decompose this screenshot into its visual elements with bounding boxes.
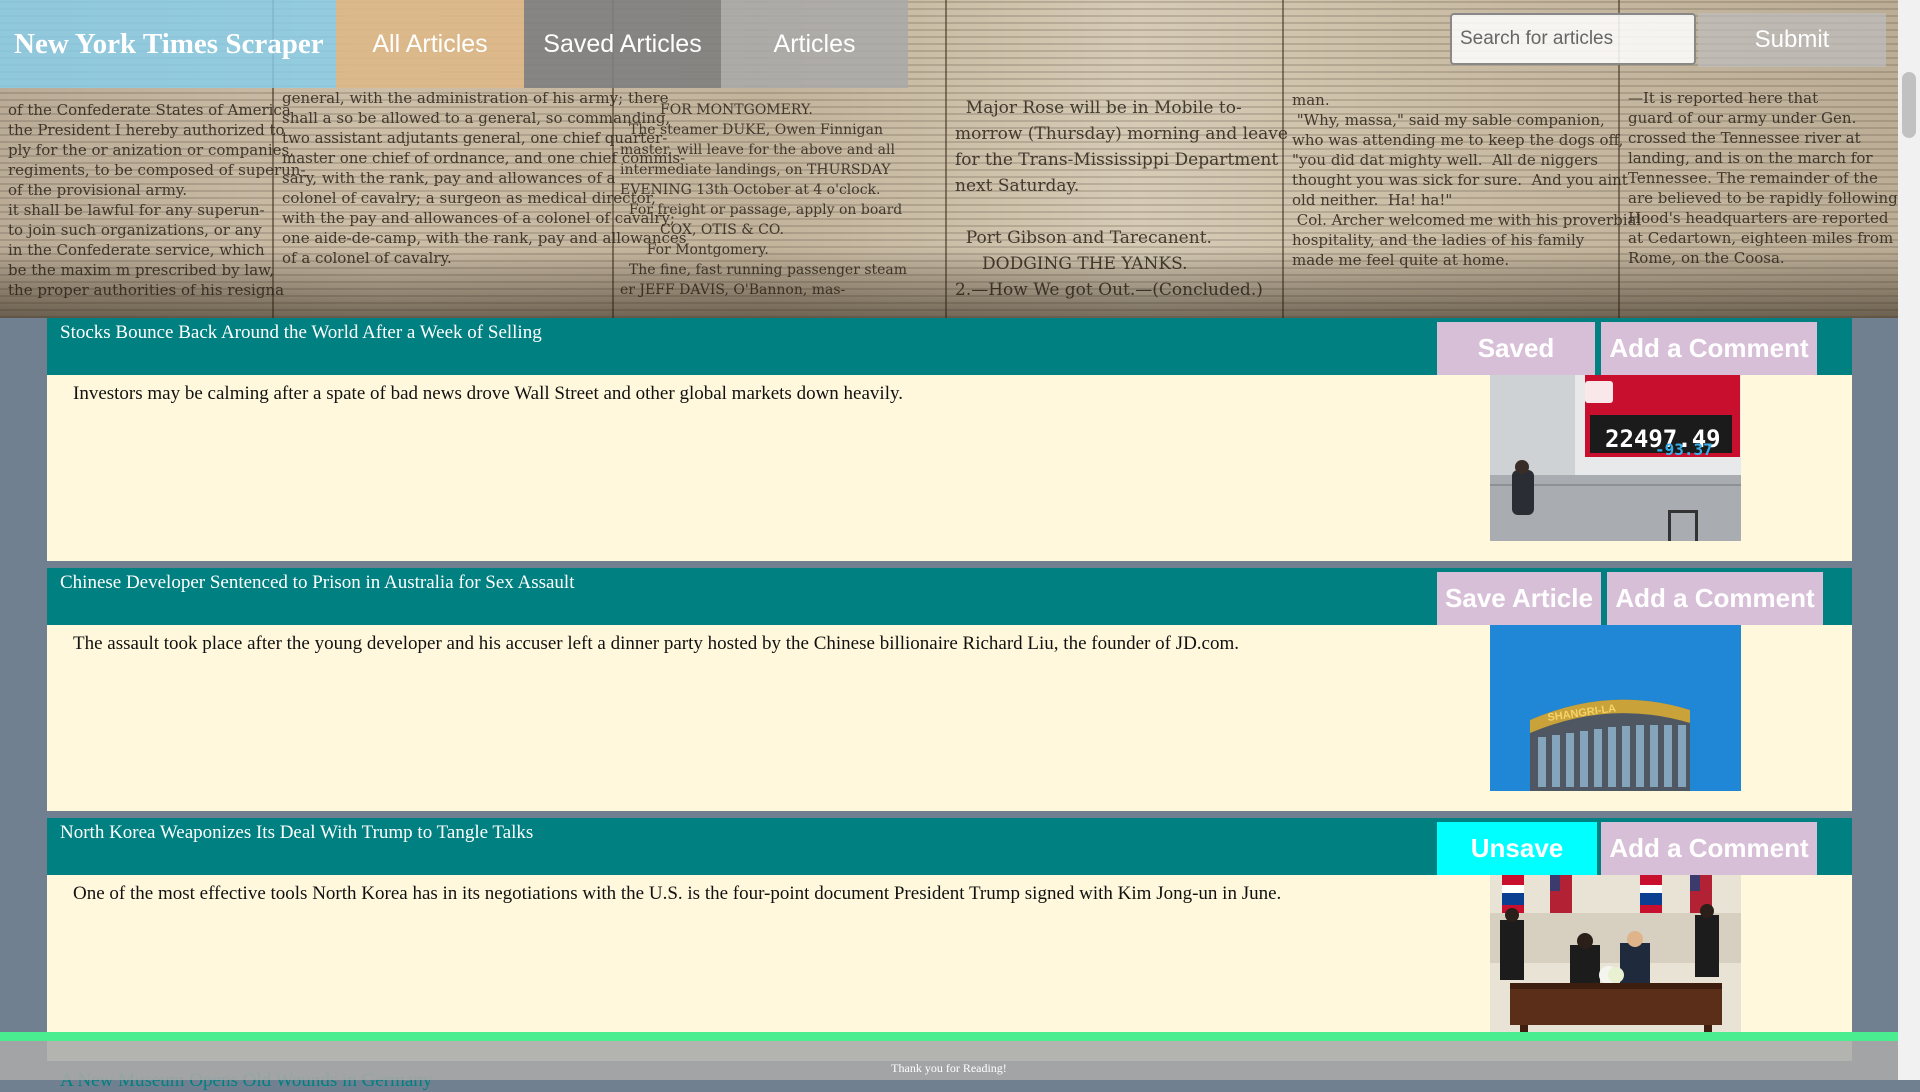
unsave-button[interactable]: Unsave [1437,822,1597,875]
add-comment-button[interactable]: Add a Comment [1607,572,1823,625]
svg-text:-93.37: -93.37 [1655,440,1713,459]
scrollbar-thumb[interactable] [1902,72,1916,138]
nav-articles[interactable]: Articles [721,0,908,88]
article-card: Stocks Bounce Back Around the World Afte… [47,318,1852,568]
footer: Thank you for Reading! [0,1032,1898,1080]
article-body: Investors may be calming after a spate o… [47,375,1852,561]
footer-text: Thank you for Reading! [891,1061,1007,1075]
submit-button[interactable]: Submit [1698,13,1886,67]
add-comment-button[interactable]: Add a Comment [1601,822,1817,875]
search-input[interactable] [1450,13,1696,65]
article-body: The assault took place after the young d… [47,625,1852,811]
article-card: Chinese Developer Sentenced to Prison in… [47,568,1852,818]
top-nav: New York Times Scraper All Articles Save… [0,0,1898,88]
vertical-scrollbar[interactable] [1898,0,1920,1080]
article-summary: Investors may be calming after a spate o… [73,383,903,404]
article-title[interactable]: Chinese Developer Sentenced to Prison in… [60,572,575,594]
article-header: Chinese Developer Sentenced to Prison in… [47,568,1852,625]
article-title[interactable]: North Korea Weaponizes Its Deal With Tru… [60,822,533,844]
article-header: North Korea Weaponizes Its Deal With Tru… [47,818,1852,875]
article-header: Stocks Bounce Back Around the World Afte… [47,318,1852,375]
article-summary: The assault took place after the young d… [73,633,1240,654]
nav-all-articles[interactable]: All Articles [336,0,524,88]
article-image: 22497.49 -93.37 [1490,375,1741,541]
article-summary: One of the most effective tools North Ko… [73,883,1282,904]
article-list: Stocks Bounce Back Around the World Afte… [47,318,1852,1068]
article-title[interactable]: Stocks Bounce Back Around the World Afte… [60,322,542,344]
article-image: SHANGRI-LA [1490,625,1741,791]
article-card: North Korea Weaponizes Its Deal With Tru… [47,818,1852,1068]
nav-saved-articles[interactable]: Saved Articles [524,0,721,88]
save-article-button[interactable]: Save Article [1437,572,1601,625]
saved-button[interactable]: Saved [1437,322,1595,375]
add-comment-button[interactable]: Add a Comment [1601,322,1817,375]
brand-title[interactable]: New York Times Scraper [0,0,336,88]
article-image [1490,875,1741,1041]
